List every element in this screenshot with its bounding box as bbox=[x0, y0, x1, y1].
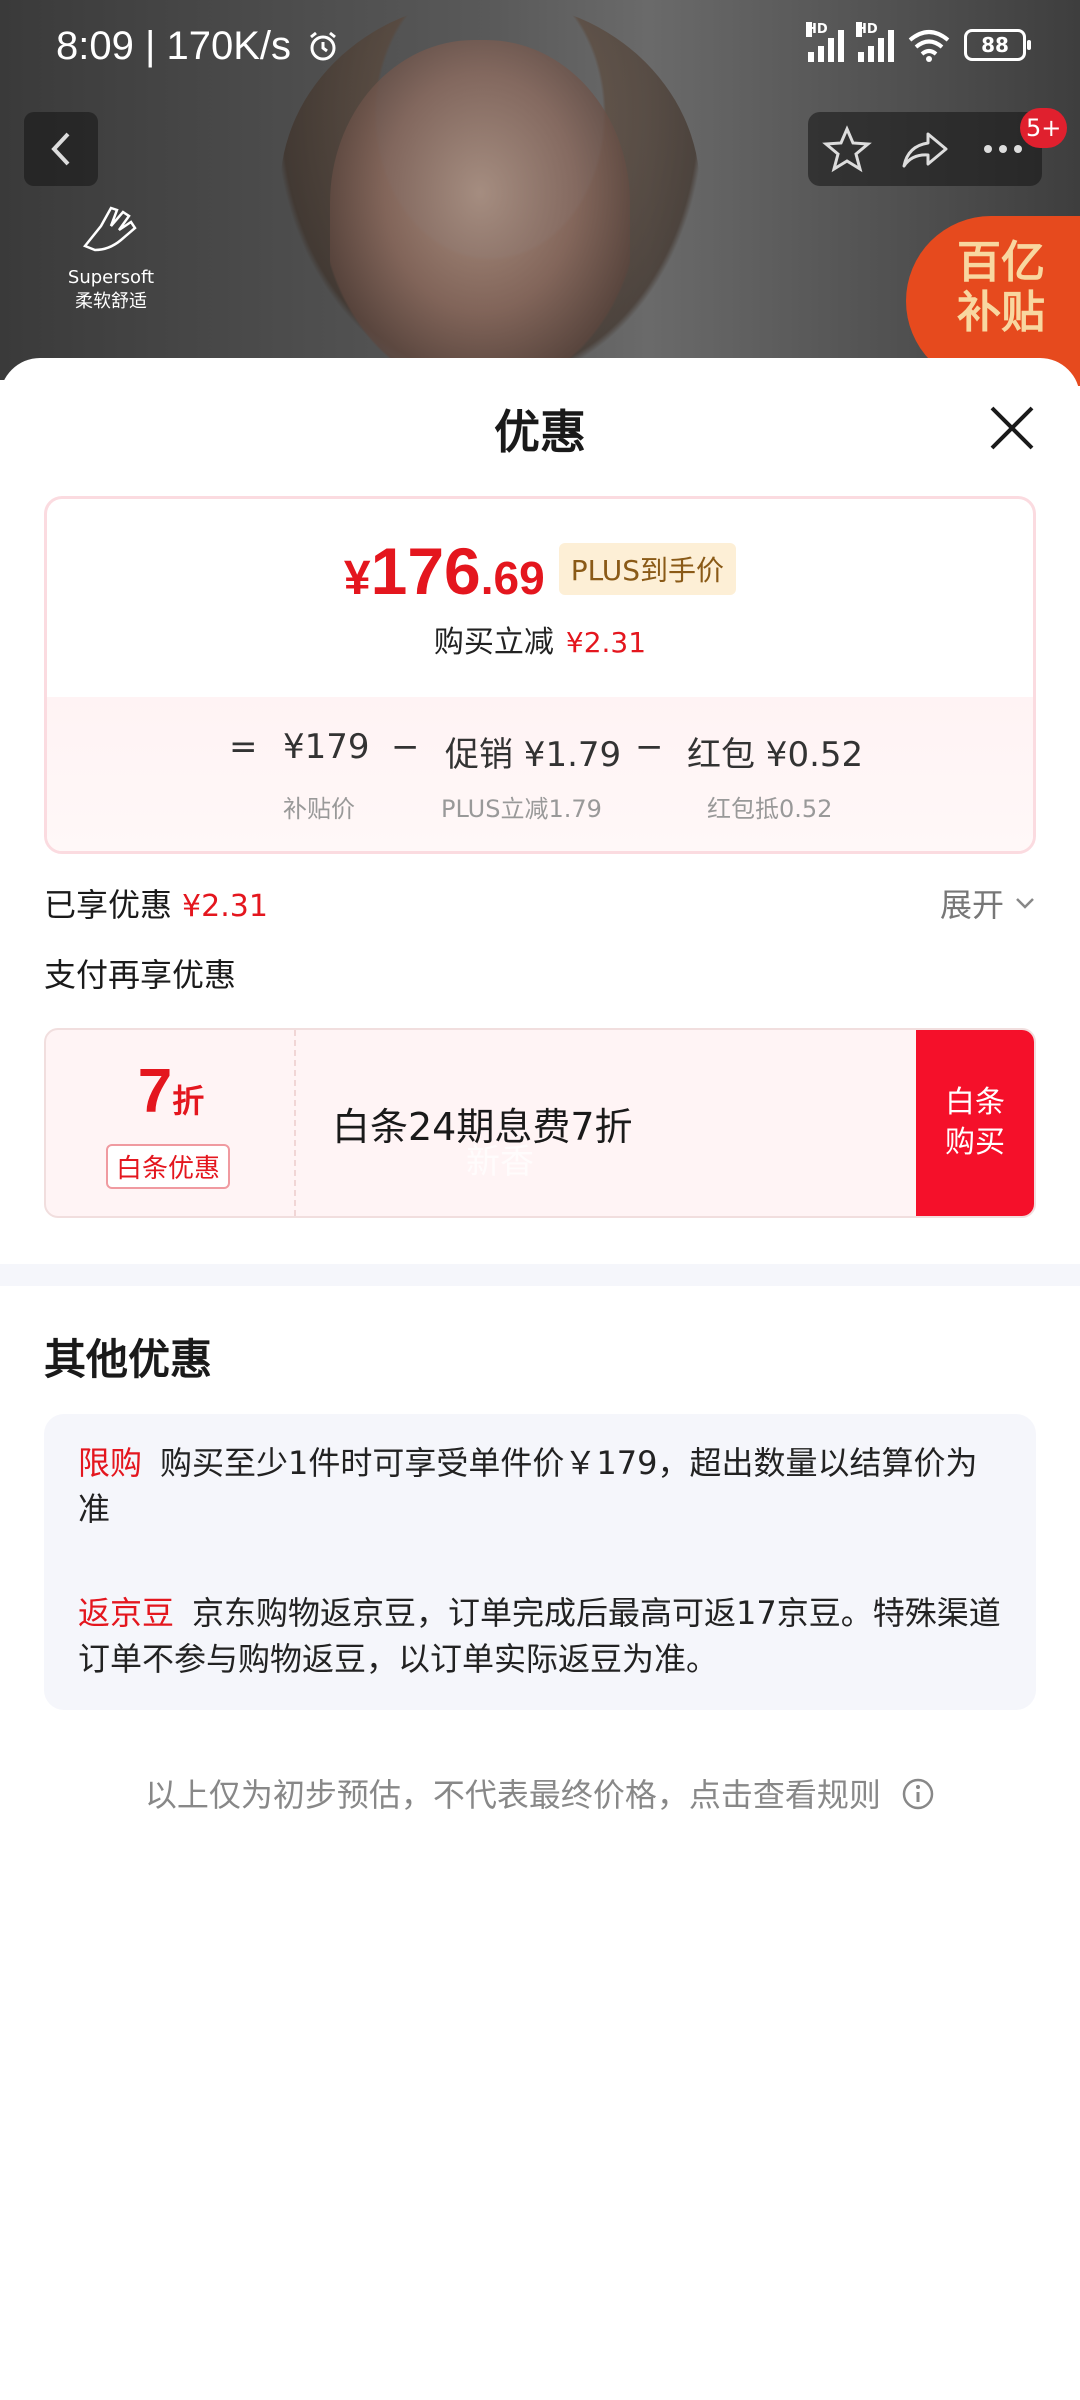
hd-label: HD bbox=[856, 22, 878, 37]
info-icon bbox=[902, 1778, 934, 1810]
discount-number: 7 bbox=[137, 1057, 173, 1126]
status-time: 8:09 | 170K/s bbox=[56, 24, 340, 69]
price-currency: ¥ bbox=[343, 552, 371, 605]
promo-label: PLUS立减1.79 bbox=[441, 795, 602, 823]
instant-discount-amount: ¥2.31 bbox=[565, 626, 647, 659]
other-discounts-title: 其他优惠 bbox=[44, 1335, 213, 1384]
baitiao-tag: 白条优惠 bbox=[106, 1144, 231, 1189]
hd-label: HD bbox=[806, 22, 828, 37]
enjoyed-label: 已享优惠 bbox=[44, 886, 173, 924]
back-button[interactable] bbox=[24, 112, 98, 186]
price-card: ¥176.69 PLUS到手价 购买立减 ¥2.31 = ¥179 补贴价 − 促… bbox=[44, 496, 1036, 854]
pay-discount-title: 支付再享优惠 bbox=[44, 956, 237, 994]
price-summary: ¥176.69 PLUS到手价 购买立减 ¥2.31 bbox=[47, 499, 1033, 697]
close-icon[interactable] bbox=[986, 402, 1038, 454]
baitiao-offer-card[interactable]: 7折 白条优惠 白条24期息费7折 新香 白条 购买 bbox=[44, 1028, 1036, 1218]
instant-discount-row: 购买立减 ¥2.31 bbox=[47, 617, 1033, 661]
jd-beans-tag: 返京豆 bbox=[78, 1594, 175, 1632]
purchase-limit-text: 购买至少1件时可享受单件价￥179，超出数量以结算价为准 bbox=[78, 1444, 978, 1528]
chevron-down-icon bbox=[1016, 898, 1034, 909]
top-actions bbox=[808, 112, 1042, 186]
baitiao-buy-button[interactable]: 白条 购买 bbox=[916, 1030, 1034, 1216]
equals-sign: = bbox=[229, 727, 258, 767]
final-price-row: ¥176.69 PLUS到手价 bbox=[47, 533, 1033, 609]
price-integer: 176 bbox=[370, 534, 481, 608]
discount-unit: 折 bbox=[172, 1082, 205, 1120]
status-icons: HD HD 88 bbox=[806, 22, 1031, 62]
purchase-limit-item: 限购 购买至少1件时可享受单件价￥179，超出数量以结算价为准 bbox=[78, 1440, 1002, 1532]
price-breakdown: = ¥179 补贴价 − 促销 ¥1.79 PLUS立减1.79 − 红包 ¥0… bbox=[47, 697, 1033, 851]
red-packet-amount: 红包 ¥0.52 bbox=[687, 735, 864, 775]
enjoyed-discount: 已享优惠 ¥2.31 bbox=[44, 880, 268, 926]
minus-sign-2: − bbox=[635, 727, 664, 767]
plus-price-tag: PLUS到手价 bbox=[558, 543, 737, 595]
rules-note[interactable]: 以上仅为初步预估，不代表最终价格，点击查看规则 bbox=[0, 1770, 1080, 1816]
battery-level: 88 bbox=[981, 33, 1009, 57]
price-decimal: .69 bbox=[480, 552, 545, 604]
baitiao-discount-value: 7折 bbox=[46, 1056, 296, 1127]
alarm-icon bbox=[310, 31, 337, 61]
subsidy-price: ¥179 bbox=[283, 727, 370, 767]
status-bar: 8:09 | 170K/s HD HD 88 bbox=[0, 0, 1080, 98]
star-icon[interactable] bbox=[822, 124, 872, 174]
chevron-left-icon bbox=[51, 132, 70, 166]
discount-sheet: 优惠 ¥176.69 PLUS到手价 购买立减 ¥2.31 = ¥179 补贴价 … bbox=[0, 358, 1080, 2400]
subsidy-line2: 补贴 bbox=[957, 287, 1045, 338]
battery-icon: 88 bbox=[964, 29, 1031, 61]
sheet-title: 优惠 bbox=[494, 405, 586, 459]
buy-button-line1: 白条 bbox=[945, 1085, 1005, 1120]
promo-amount: 促销 ¥1.79 bbox=[445, 735, 622, 775]
other-discounts-box: 限购 购买至少1件时可享受单件价￥179，超出数量以结算价为准 返京豆 京东购物返京… bbox=[44, 1414, 1036, 1710]
signal-2-icon: HD bbox=[856, 22, 894, 62]
wifi-icon bbox=[908, 30, 950, 62]
baitiao-discount-panel: 7折 白条优惠 bbox=[46, 1030, 296, 1216]
signal-1-icon: HD bbox=[806, 22, 844, 62]
red-packet-label: 红包抵0.52 bbox=[707, 795, 833, 823]
subsidy-line1: 百亿 bbox=[957, 237, 1045, 288]
share-icon[interactable] bbox=[900, 124, 950, 174]
brand-logo-line2: 柔软舒适 bbox=[75, 291, 147, 312]
section-divider bbox=[0, 1264, 1080, 1286]
brand-logo-line1: Supersoft bbox=[67, 267, 155, 288]
jd-beans-item: 返京豆 京东购物返京豆，订单完成后最高可返17京豆。特殊渠道订单不参与购物返豆，以… bbox=[78, 1590, 1002, 1682]
status-time-text: 8:09 | 170K/s bbox=[56, 24, 291, 68]
rules-note-text: 以上仅为初步预估，不代表最终价格，点击查看规则 bbox=[144, 1776, 881, 1814]
expand-label: 展开 bbox=[939, 886, 1004, 924]
instant-discount-label: 购买立减 bbox=[433, 625, 554, 660]
watermark-text: 新香 bbox=[466, 1142, 534, 1182]
minus-sign-1: − bbox=[391, 727, 420, 767]
jd-beans-text: 京东购物返京豆，订单完成后最高可返17京豆。特殊渠道订单不参与购物返豆，以订单实… bbox=[78, 1594, 1001, 1678]
subsidy-price-label: 补贴价 bbox=[283, 795, 355, 823]
purchase-limit-tag: 限购 bbox=[78, 1444, 143, 1482]
message-count-badge: 5+ bbox=[1020, 108, 1068, 148]
expand-button[interactable]: 展开 bbox=[940, 880, 1038, 926]
brand-logo: Supersoft 柔软舒适 bbox=[56, 196, 166, 314]
hand-icon bbox=[82, 206, 137, 252]
enjoyed-amount: ¥2.31 bbox=[182, 889, 268, 924]
buy-button-line2: 购买 bbox=[945, 1125, 1005, 1160]
final-price: ¥176.69 bbox=[344, 533, 545, 609]
